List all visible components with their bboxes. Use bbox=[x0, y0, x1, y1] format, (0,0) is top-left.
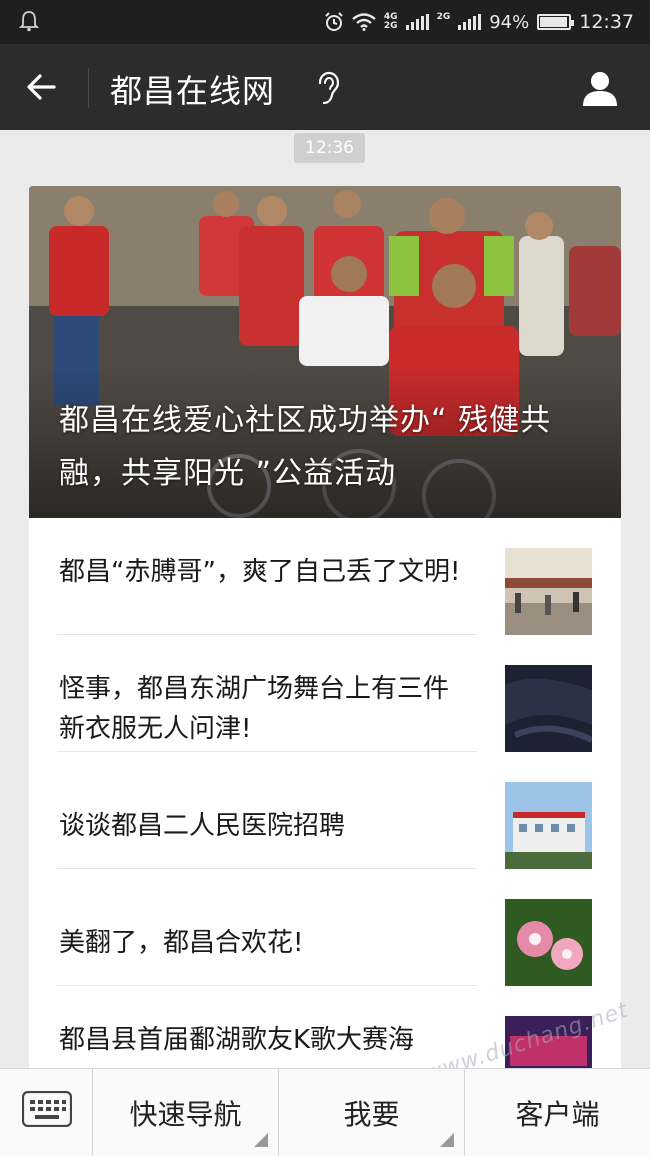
article-title: 怪事，都昌东湖广场舞台上有三件新衣服无人问津! bbox=[59, 674, 450, 744]
article-thumbnail bbox=[505, 548, 592, 635]
article-card: 都昌在线爱心社区成功举办“ 残健共融，共享阳光 ”公益活动 都昌“赤膊哥”，爽了… bbox=[29, 186, 621, 1086]
menu-i-want-label: 我要 bbox=[343, 1098, 400, 1131]
wifi-icon bbox=[352, 13, 376, 31]
signal2-icon bbox=[458, 14, 482, 30]
page-title: 都昌在线网 bbox=[110, 72, 276, 110]
status-bar: 4G 2G 2G 94% 12:37 bbox=[0, 0, 650, 44]
battery-percent: 94% bbox=[489, 11, 530, 33]
article-item[interactable]: 美翻了，都昌合欢花! bbox=[29, 869, 621, 986]
network-type-label: 4G 2G bbox=[384, 13, 398, 31]
network2-label: 2G bbox=[437, 13, 451, 31]
article-title: 美翻了，都昌合欢花! bbox=[59, 928, 304, 958]
alarm-icon bbox=[325, 12, 343, 31]
article-title: 谈谈都昌二人民医院招聘 bbox=[59, 811, 346, 841]
keyboard-icon bbox=[22, 1091, 72, 1127]
article-item[interactable]: 谈谈都昌二人民医院招聘 bbox=[29, 752, 621, 869]
bottom-menu-bar: 快速导航 我要 客户端 bbox=[0, 1068, 650, 1156]
notification-bell-icon bbox=[18, 11, 40, 32]
article-item[interactable]: 都昌“赤膊哥”，爽了自己丢了文明! bbox=[29, 518, 621, 635]
article-thumbnail bbox=[505, 899, 592, 986]
battery-fill bbox=[540, 17, 567, 27]
hero-title: 都昌在线爱心社区成功举办“ 残健共融，共享阳光 ”公益活动 bbox=[59, 403, 552, 491]
article-thumbnail bbox=[505, 782, 592, 869]
title-divider bbox=[88, 68, 89, 108]
menu-client[interactable]: 客户端 bbox=[465, 1069, 650, 1156]
article-thumbnail bbox=[505, 665, 592, 752]
title-bar: 都昌在线网 bbox=[0, 44, 650, 130]
article-item[interactable]: 怪事，都昌东湖广场舞台上有三件新衣服无人问津! bbox=[29, 635, 621, 752]
submenu-indicator-icon bbox=[440, 1133, 454, 1147]
network-bottom-text: 2G bbox=[383, 21, 398, 31]
hero-article[interactable]: 都昌在线爱心社区成功举办“ 残健共融，共享阳光 ”公益活动 bbox=[29, 186, 621, 518]
battery-icon bbox=[537, 14, 575, 30]
menu-quick-nav[interactable]: 快速导航 bbox=[93, 1069, 279, 1156]
menu-quick-nav-label: 快速导航 bbox=[129, 1098, 242, 1131]
article-title: 都昌县首届鄱湖歌友K歌大赛海 bbox=[59, 1025, 415, 1055]
menu-client-label: 客户端 bbox=[515, 1098, 600, 1131]
message-timestamp: 12:36 bbox=[294, 133, 365, 163]
submenu-indicator-icon bbox=[254, 1133, 268, 1147]
keyboard-toggle-button[interactable] bbox=[0, 1069, 93, 1156]
clock-time: 12:37 bbox=[579, 11, 634, 33]
signal-icon bbox=[405, 14, 429, 30]
back-arrow-icon[interactable] bbox=[22, 67, 62, 107]
article-title: 都昌“赤膊哥”，爽了自己丢了文明! bbox=[59, 557, 461, 587]
ear-icon[interactable] bbox=[312, 70, 342, 106]
profile-icon[interactable] bbox=[580, 68, 620, 108]
menu-i-want[interactable]: 我要 bbox=[279, 1069, 465, 1156]
